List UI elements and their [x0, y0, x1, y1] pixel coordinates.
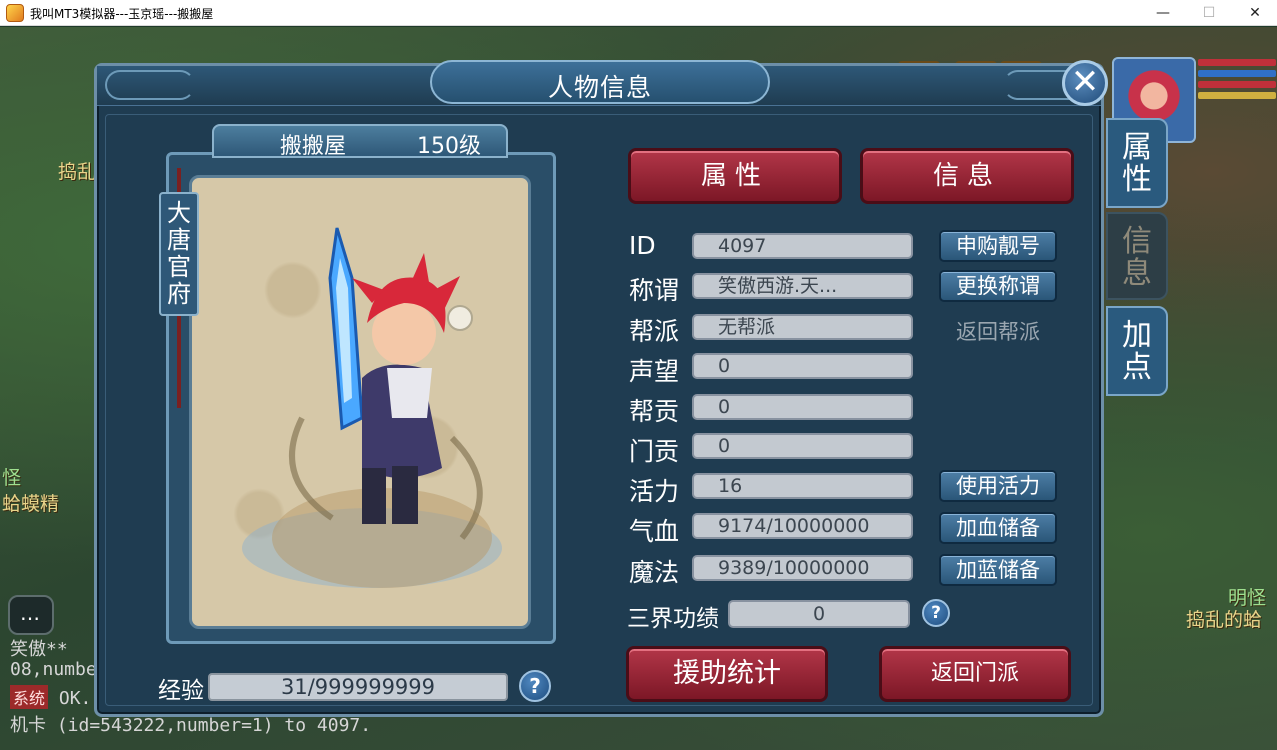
- hp-label: 气血: [629, 517, 680, 546]
- chat-line: 08,numbe: [10, 659, 97, 680]
- scene-label: 捣乱: [58, 161, 97, 183]
- hanging-rope: [177, 316, 181, 408]
- scroll-ornament-left: [105, 70, 195, 100]
- guild-label: 帮派: [629, 317, 680, 346]
- merit-help-icon[interactable]: ?: [922, 599, 950, 627]
- character-name-plate: 搬搬屋 150级: [212, 124, 508, 159]
- character-level: 150级: [417, 134, 481, 159]
- return-guild-link[interactable]: 返回帮派: [956, 316, 1040, 346]
- title-field: 笑傲西游.天...: [692, 273, 913, 299]
- experience-bar: 31/999999999: [208, 673, 508, 701]
- hp-bar: [1198, 59, 1276, 66]
- panel-header: 人物信息: [97, 60, 1101, 106]
- school-contribution-label: 门贡: [629, 437, 680, 466]
- chat-line: 笑傲**: [10, 639, 68, 660]
- tab-attributes[interactable]: 属性: [1106, 118, 1168, 208]
- add-mp-reserve-button[interactable]: 加蓝储备: [939, 554, 1057, 586]
- exp-bar: [1198, 92, 1276, 99]
- return-school-button[interactable]: 返回门派: [879, 646, 1071, 702]
- window-titlebar: 我叫MT3模拟器---玉京瑶---搬搬屋 — ☐ ✕: [0, 0, 1277, 26]
- window-title: 我叫MT3模拟器---玉京瑶---搬搬屋: [30, 7, 214, 21]
- tab-info[interactable]: 信息: [1106, 212, 1168, 300]
- chat-text: OK.: [58, 688, 92, 709]
- scene-label: 怪: [2, 467, 22, 489]
- reputation-field: 0: [692, 353, 913, 379]
- scene-label: 蛤蟆精: [2, 493, 60, 515]
- school-contribution-field: 0: [692, 433, 913, 459]
- panel-title-banner: 人物信息: [430, 60, 770, 104]
- scene-label: 捣乱的蛤: [1186, 609, 1263, 631]
- add-hp-reserve-button[interactable]: 加血储备: [939, 512, 1057, 544]
- hp-field: 9174/10000000: [692, 513, 913, 539]
- merit-field: 0: [728, 600, 910, 628]
- system-tag: 系统: [10, 685, 49, 709]
- window-close-button[interactable]: ✕: [1232, 0, 1277, 26]
- reputation-label: 声望: [629, 357, 680, 386]
- panel-title: 人物信息: [547, 73, 652, 102]
- guild-field: 无帮派: [692, 314, 913, 340]
- character-figure: [242, 227, 502, 588]
- minimize-button[interactable]: —: [1140, 0, 1186, 26]
- chat-line: 系统 OK.: [10, 685, 91, 709]
- merit-label: 三界功绩: [627, 606, 719, 632]
- title-label: 称谓: [629, 276, 680, 305]
- use-vitality-button[interactable]: 使用活力: [939, 470, 1057, 502]
- mp-bar: [1198, 70, 1276, 77]
- vitality-label: 活力: [629, 477, 680, 506]
- mp-label: 魔法: [629, 558, 680, 587]
- guild-contribution-label: 帮贡: [629, 397, 680, 426]
- mp-field: 9389/10000000: [692, 555, 913, 581]
- buy-vanity-id-button[interactable]: 申购靓号: [939, 230, 1057, 262]
- id-field: 4097: [692, 233, 913, 259]
- character-name: 搬搬屋: [280, 134, 347, 159]
- id-label: ID: [629, 231, 656, 260]
- info-button[interactable]: 信息: [860, 148, 1074, 204]
- hp-bar: [1198, 81, 1276, 88]
- vitality-field: 16: [692, 473, 913, 499]
- panel-close-button[interactable]: ✕: [1062, 60, 1108, 106]
- attributes-button[interactable]: 属性: [628, 148, 842, 204]
- change-title-button[interactable]: 更换称谓: [939, 270, 1057, 302]
- experience-help-icon[interactable]: ?: [519, 670, 551, 702]
- aid-stats-button[interactable]: 援助统计: [626, 646, 828, 702]
- app-icon: [6, 4, 24, 22]
- guild-contribution-field: 0: [692, 394, 913, 420]
- tab-add-points[interactable]: 加点: [1106, 306, 1168, 396]
- chat-icon[interactable]: [8, 595, 54, 635]
- experience-label: 经验: [158, 678, 204, 704]
- maximize-button[interactable]: ☐: [1186, 0, 1232, 26]
- school-tag: 大唐官府: [159, 192, 199, 316]
- hanging-rope: [177, 168, 181, 194]
- status-bars: [1198, 59, 1276, 115]
